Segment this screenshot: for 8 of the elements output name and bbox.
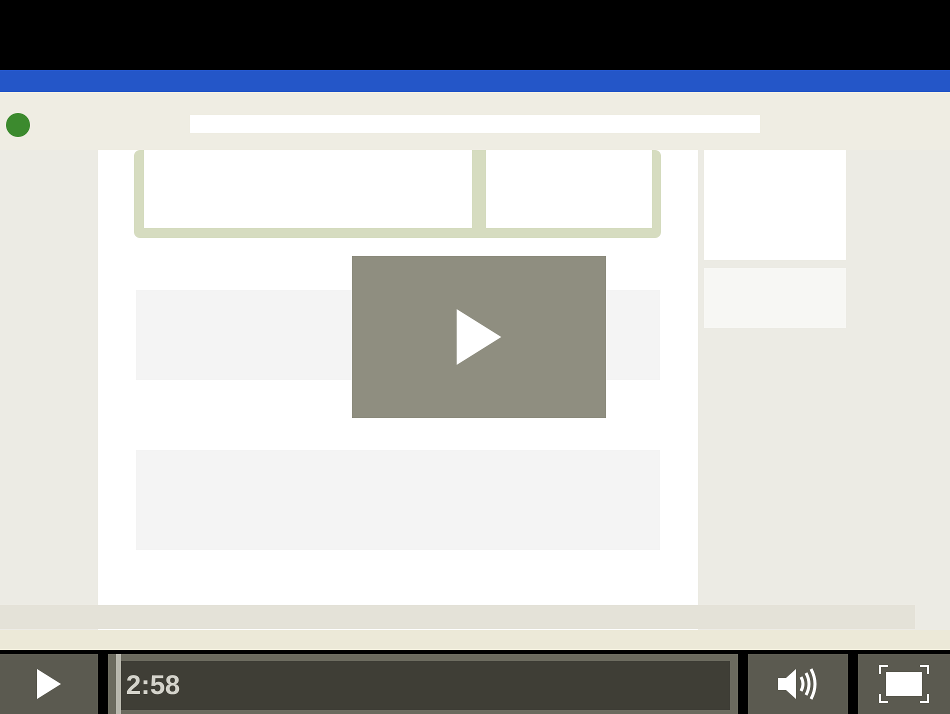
volume-button[interactable] [748, 654, 848, 714]
seek-bar[interactable]: 2:58 [108, 654, 738, 714]
play-icon [35, 667, 63, 701]
fullscreen-icon [879, 665, 929, 703]
play-button[interactable] [352, 256, 606, 418]
play-button[interactable] [0, 654, 98, 714]
time-display: 2:58 [126, 670, 180, 701]
fullscreen-button[interactable] [858, 654, 950, 714]
